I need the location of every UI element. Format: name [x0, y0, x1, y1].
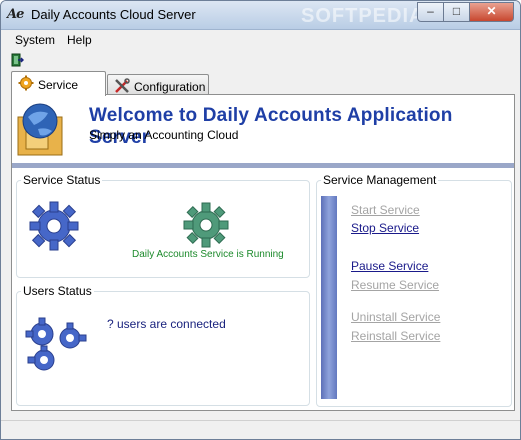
tools-icon [115, 78, 130, 93]
tab-service-label: Service [38, 78, 79, 92]
running-gear-icon [183, 202, 229, 248]
service-status-group: Service Status Daily Accounts Service is… [16, 173, 310, 278]
app-logo-icon: Ae [7, 7, 24, 22]
watermark: SOFTPEDIA [301, 5, 425, 27]
minimize-button[interactable]: – [417, 2, 444, 22]
service-status-title: Service Status [21, 173, 103, 187]
service-gear-icon [29, 201, 79, 251]
menu-bar: System Help [1, 30, 520, 49]
status-bar [1, 420, 520, 439]
toolbar [1, 50, 520, 70]
gear-icon [18, 75, 34, 91]
stop-service-link[interactable]: Stop Service [351, 221, 419, 235]
banner-title: Welcome to Daily Accounts Application Se… [89, 105, 453, 148]
exit-icon[interactable] [11, 53, 24, 67]
decorative-side-bar [321, 196, 337, 399]
pause-service-link[interactable]: Pause Service [351, 259, 428, 273]
close-button[interactable]: ✕ [469, 2, 514, 22]
tab-strip: Service Configuration [1, 71, 520, 96]
window-title: Daily Accounts Cloud Server [31, 7, 196, 22]
service-management-title: Service Management [321, 173, 439, 187]
maximize-button[interactable]: □ [443, 2, 470, 22]
users-status-group: Users Status ? users are connected [16, 284, 310, 406]
resume-service-link[interactable]: Resume Service [351, 278, 439, 292]
banner-subtitle: Simply an Accounting Cloud [89, 128, 239, 142]
tab-service[interactable]: Service [11, 71, 106, 96]
uninstall-service-link[interactable]: Uninstall Service [351, 310, 440, 324]
server-box-logo-icon [17, 103, 63, 156]
service-tab-panel: Welcome to Daily Accounts Application Se… [11, 94, 515, 411]
start-service-link[interactable]: Start Service [351, 203, 420, 217]
welcome-banner: Welcome to Daily Accounts Application Se… [12, 95, 514, 168]
title-bar[interactable]: Ae Daily Accounts Cloud Server SOFTPEDIA… [1, 1, 520, 30]
reinstall-service-link[interactable]: Reinstall Service [351, 329, 440, 343]
users-gears-icon [25, 317, 87, 371]
users-connected-count: ? users are connected [107, 317, 226, 331]
service-running-status: Daily Accounts Service is Running [132, 249, 284, 260]
users-status-title: Users Status [21, 284, 94, 298]
menu-system[interactable]: System [15, 33, 55, 47]
app-window: Ae Daily Accounts Cloud Server SOFTPEDIA… [0, 0, 521, 440]
menu-help[interactable]: Help [67, 33, 92, 47]
tab-configuration-label: Configuration [134, 80, 206, 94]
service-management-group: Service Management Start Service Stop Se… [316, 173, 512, 407]
tab-configuration[interactable]: Configuration [107, 74, 209, 96]
